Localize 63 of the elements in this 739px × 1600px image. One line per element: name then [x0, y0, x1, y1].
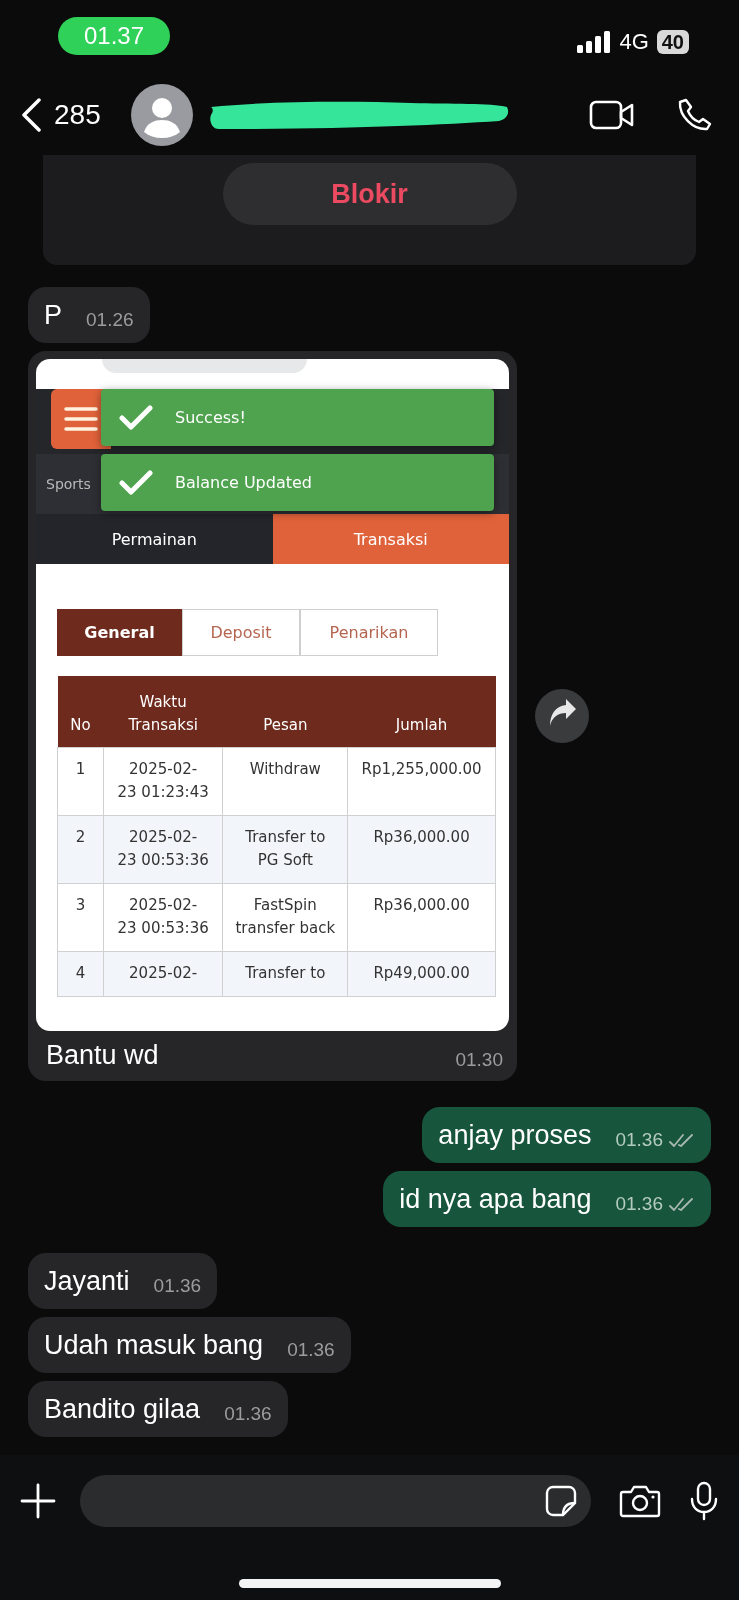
message-text: id nya apa bang — [399, 1183, 592, 1216]
camera-icon[interactable] — [619, 1484, 661, 1518]
table-cell: Rp36,000.00 — [347, 883, 496, 951]
message-time: 01.26 — [86, 309, 134, 331]
message-field[interactable] — [80, 1475, 591, 1527]
table-cell: 4 — [57, 951, 104, 996]
message-time: 01.36 — [224, 1403, 272, 1425]
column-header: Pesan — [222, 676, 348, 747]
message-time: 01.36 — [615, 1193, 663, 1215]
unread-count[interactable]: 285 — [54, 99, 101, 131]
checkmark-icon — [119, 404, 153, 431]
filter-tab[interactable]: Penarikan — [300, 609, 438, 656]
table-cell: 2025-02-23 01:23:43 — [103, 747, 223, 815]
message-text: Bantu wd — [46, 1039, 159, 1072]
phone-icon[interactable] — [677, 97, 713, 133]
message-time: 01.36 — [287, 1339, 335, 1361]
table-cell: 2025-02-23 00:53:36 — [103, 883, 223, 951]
toast-text: Success! — [175, 408, 246, 427]
double-check-icon — [669, 1197, 695, 1213]
battery-indicator: 40 — [656, 30, 689, 54]
table-cell: 3 — [57, 883, 104, 951]
table-cell: 2025-02- — [103, 951, 223, 996]
message-time: 01.30 — [455, 1049, 503, 1071]
message-time: 01.36 — [615, 1129, 663, 1151]
avatar-icon[interactable] — [130, 84, 193, 146]
nav-item[interactable]: Sports — [46, 476, 91, 492]
back-icon[interactable] — [20, 98, 42, 132]
filter-tab[interactable]: Deposit — [182, 609, 300, 656]
table-cell: 2025-02-23 00:53:36 — [103, 815, 223, 883]
column-header: No — [57, 676, 104, 747]
tab[interactable]: Transaksi — [272, 514, 509, 564]
column-header: Jumlah — [347, 676, 496, 747]
sticker-icon[interactable] — [545, 1485, 577, 1517]
forward-button[interactable] — [535, 689, 589, 743]
plus-icon[interactable] — [20, 1483, 56, 1519]
table-cell: FastSpin transfer back — [222, 883, 348, 951]
status-time: 01.37 — [58, 17, 170, 55]
message-text: anjay proses — [438, 1119, 592, 1152]
table-cell: Transfer to — [222, 951, 348, 996]
signal-icon — [577, 31, 612, 53]
message-text: Udah masuk bang — [44, 1329, 264, 1362]
filter-tab[interactable]: General — [57, 609, 182, 656]
column-header: Waktu Transaksi — [103, 676, 223, 747]
network-label: 4G — [619, 29, 649, 55]
video-call-icon[interactable] — [589, 100, 635, 130]
block-button[interactable]: Blokir — [222, 163, 517, 225]
table-cell: Transfer to PG Soft — [222, 815, 348, 883]
microphone-icon[interactable] — [689, 1481, 719, 1521]
message-text: Jayanti — [44, 1265, 130, 1298]
message-time: 01.36 — [153, 1275, 202, 1297]
message-text: P — [44, 299, 62, 332]
toast-text: Balance Updated — [175, 473, 312, 492]
table-cell: Rp36,000.00 — [347, 815, 496, 883]
table-cell: Rp1,255,000.00 — [347, 747, 496, 815]
table-cell: Withdraw — [222, 747, 348, 815]
table-cell: Rp49,000.00 — [347, 951, 496, 996]
table-cell: 1 — [57, 747, 104, 815]
tab[interactable]: Permainan — [36, 514, 273, 564]
checkmark-icon — [119, 469, 153, 496]
menu-icon[interactable] — [64, 406, 98, 432]
table-cell: 2 — [57, 815, 104, 883]
double-check-icon — [669, 1133, 695, 1149]
message-text: Bandito gilaa — [44, 1393, 201, 1426]
